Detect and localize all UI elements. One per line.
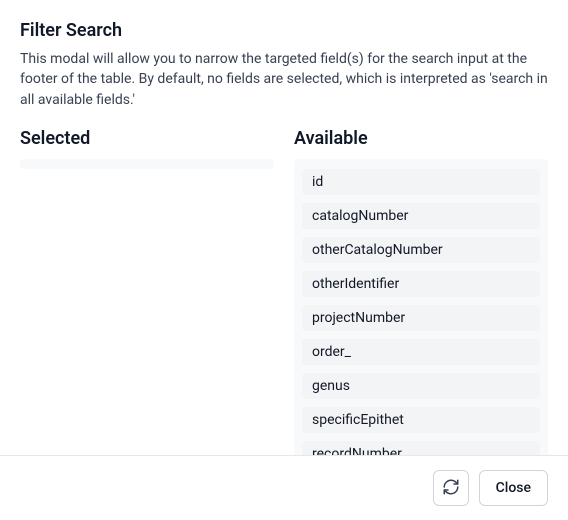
field-item[interactable]: specificEpithet	[302, 407, 540, 433]
refresh-icon	[442, 478, 460, 499]
field-item[interactable]: genus	[302, 373, 540, 399]
columns-container: Selected Available id catalogNumber otherC…	[20, 128, 548, 455]
available-column: Available id catalogNumber otherCatalogNum…	[294, 128, 548, 455]
modal-title: Filter Search	[20, 20, 548, 41]
field-item[interactable]: catalogNumber	[302, 203, 540, 229]
available-column-title: Available	[294, 128, 548, 149]
reset-button[interactable]	[433, 470, 469, 506]
field-item[interactable]: otherIdentifier	[302, 271, 540, 297]
selected-column-title: Selected	[20, 128, 274, 149]
selected-drop-area[interactable]	[20, 159, 274, 169]
available-list[interactable]: id catalogNumber otherCatalogNumber otherId…	[294, 159, 548, 455]
close-button[interactable]: Close	[479, 470, 548, 506]
selected-column: Selected	[20, 128, 274, 455]
field-item[interactable]: otherCatalogNumber	[302, 237, 540, 263]
field-item[interactable]: projectNumber	[302, 305, 540, 331]
field-item[interactable]: recordNumber	[302, 441, 540, 455]
field-item[interactable]: id	[302, 169, 540, 195]
modal-description: This modal will allow you to narrow the …	[20, 49, 548, 110]
modal-footer: Close	[0, 455, 568, 520]
modal-body: Filter Search This modal will allow you …	[0, 0, 568, 455]
field-item[interactable]: order_	[302, 339, 540, 365]
